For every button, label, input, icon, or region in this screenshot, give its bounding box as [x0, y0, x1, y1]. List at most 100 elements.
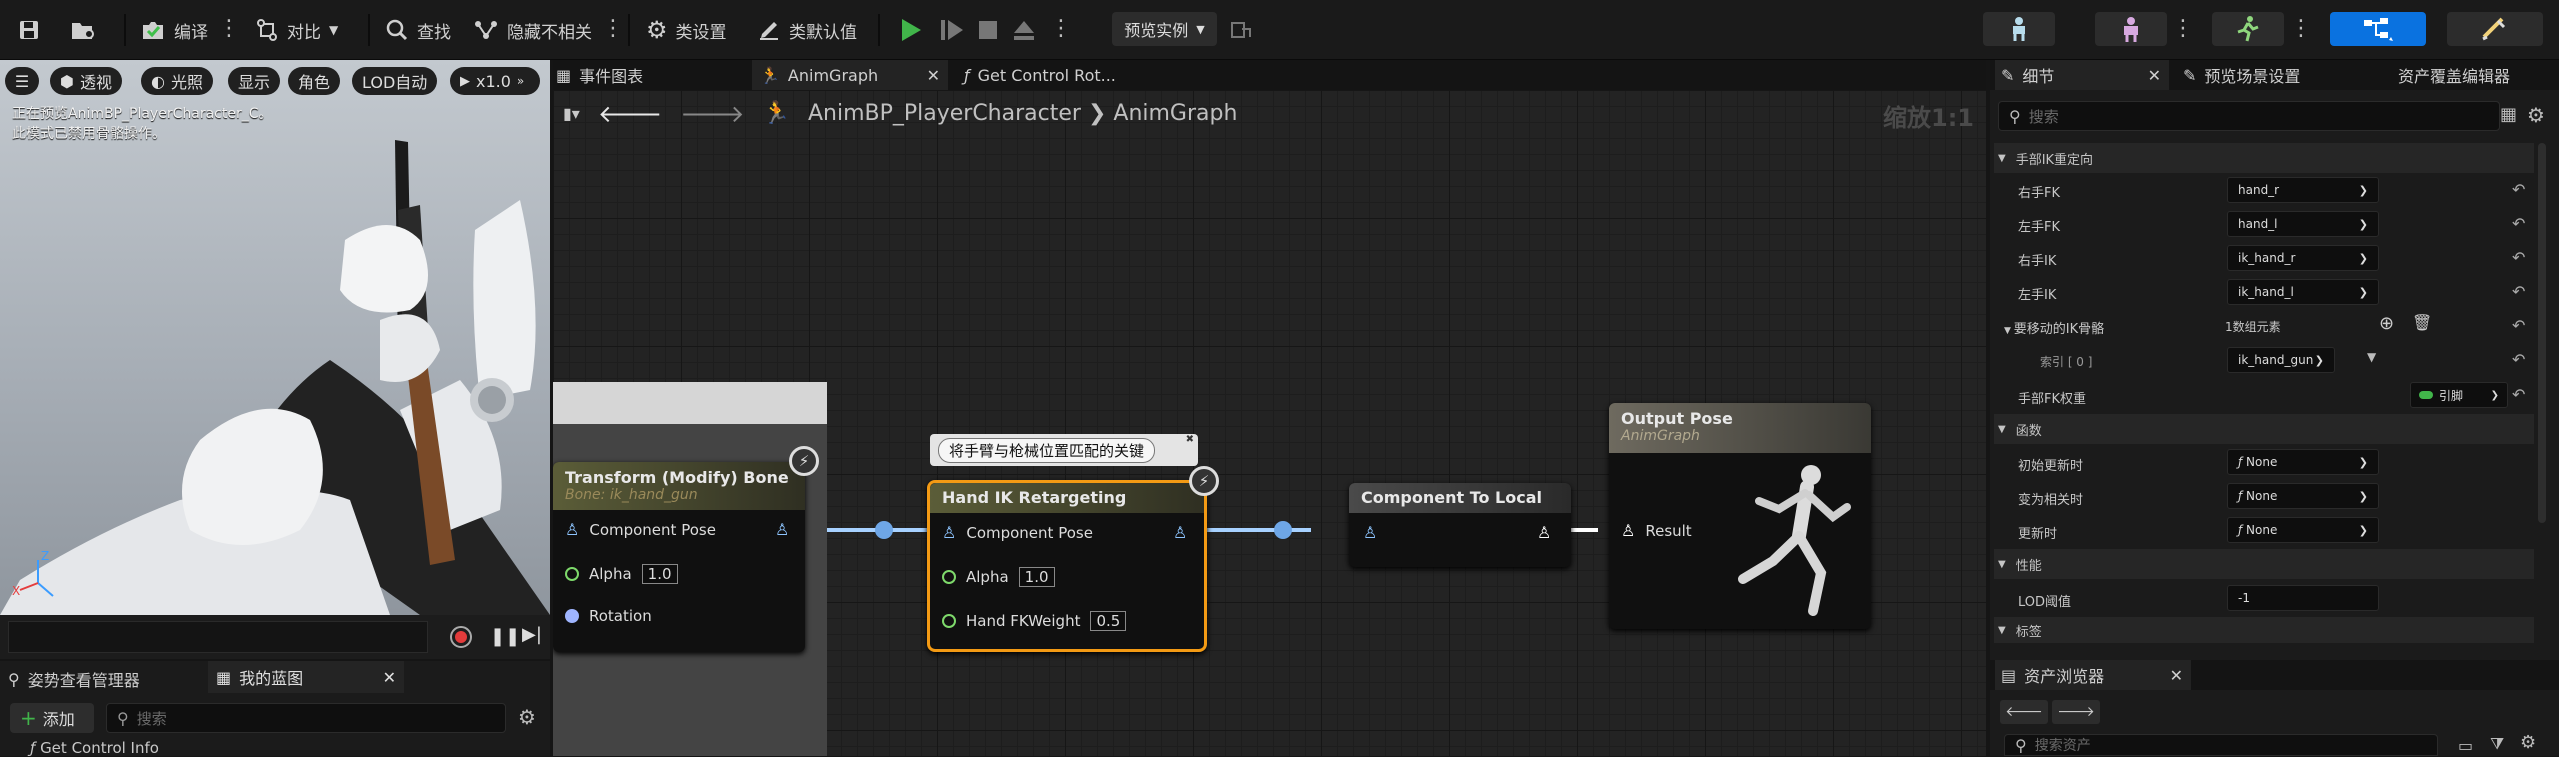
tab-details[interactable]: ✎ 细节 ✕	[1995, 60, 2169, 90]
node-comment-bubble[interactable]: 将手臂与枪械位置匹配的关键 ✖	[930, 434, 1198, 466]
tab-my-blueprint[interactable]: ▦ 我的蓝图 ✕	[208, 661, 404, 693]
category-functions[interactable]: ▼ 函数	[1994, 414, 2534, 444]
category-hand-ik[interactable]: ▼ 手部IK重定向	[1994, 143, 2534, 173]
left-ik-dropdown[interactable]: ik_hand_l ❯	[2227, 279, 2379, 305]
preview-instance-dropdown[interactable]: 预览实例 ▼	[1112, 12, 1217, 46]
alpha-value[interactable]: 1.0	[641, 564, 678, 584]
right-fk-dropdown[interactable]: hand_r ❯	[2227, 177, 2379, 203]
step-icon[interactable]: ▶|	[522, 624, 542, 645]
tab-preview-scene[interactable]: ✎ 预览场景设置	[2183, 60, 2300, 90]
pose-output-pin-icon[interactable]: ♙	[775, 520, 789, 539]
details-search-input[interactable]: ⚲ 搜索	[1998, 101, 2500, 131]
component-pose-input-pin[interactable]: ♙ Component Pose	[565, 520, 716, 539]
pause-icon[interactable]: ❚❚	[490, 626, 520, 647]
reset-arrow-icon[interactable]: ↶	[2512, 350, 2525, 369]
play-button[interactable]	[900, 14, 922, 46]
tab-get-control-rot[interactable]: ƒ Get Control Rot...	[964, 60, 1116, 90]
rotation-pin[interactable]: Rotation	[565, 607, 652, 625]
compile-options-icon[interactable]: ⋮	[218, 14, 240, 46]
browse-button[interactable]	[70, 14, 96, 46]
pose-output-pin-icon[interactable]: ♙	[1173, 523, 1187, 542]
close-icon[interactable]: ✕	[383, 668, 396, 687]
hide-options-icon[interactable]: ⋮	[602, 14, 624, 46]
reset-arrow-icon[interactable]: ↶	[2512, 214, 2525, 233]
table-view-icon[interactable]: ▦	[2500, 104, 2517, 125]
save-button[interactable]	[18, 14, 40, 46]
gear-icon[interactable]: ⚙	[518, 705, 536, 729]
blueprint-search-input[interactable]: ⚲ 搜索	[106, 703, 506, 733]
record-button[interactable]	[450, 626, 472, 648]
folder-icon[interactable]: ▭	[2458, 736, 2473, 755]
pin-comment-icon[interactable]: ✖	[1186, 434, 1194, 445]
hand-fk-weight-pin-dropdown[interactable]: 引脚 ❯	[2410, 382, 2508, 408]
hand-ik-retargeting-node[interactable]: Hand IK Retargeting ♙ Component Pose ♙ A…	[927, 480, 1207, 652]
reset-arrow-icon[interactable]: ↶	[2512, 180, 2525, 199]
pose-input-pin-icon[interactable]: ♙	[1363, 523, 1377, 542]
stop-button[interactable]	[978, 14, 998, 46]
asset-forward-button[interactable]: 🡒	[2052, 700, 2100, 724]
component-to-local-node[interactable]: Component To Local ♙ ♙	[1349, 483, 1571, 567]
timeline-scrubber[interactable]	[8, 621, 428, 653]
debug-object-button[interactable]	[1230, 14, 1252, 46]
class-defaults-button[interactable]: 类默认值	[757, 14, 857, 46]
filter-icon[interactable]: ⧩	[2490, 734, 2504, 754]
transform-modify-bone-node[interactable]: Transform (Modify) Bone Bone: ik_hand_gu…	[553, 462, 805, 652]
category-tags[interactable]: ▼ 标签	[1994, 617, 2534, 643]
mesh-options-icon[interactable]: ⋮	[2172, 14, 2194, 46]
become-relevant-dropdown[interactable]: ƒ None ❯	[2227, 483, 2379, 509]
animation-options-icon[interactable]: ⋮	[2290, 14, 2312, 46]
diff-button[interactable]: 对比 ▼	[255, 14, 338, 46]
tab-event-graph[interactable]: ▦ 事件图表	[556, 60, 643, 90]
alpha-pin[interactable]: Alpha 1.0	[942, 567, 1055, 587]
physics-mode-button[interactable]	[2447, 12, 2543, 46]
initial-update-dropdown[interactable]: ƒ None ❯	[2227, 449, 2379, 475]
left-fk-dropdown[interactable]: hand_l ❯	[2227, 211, 2379, 237]
preview-viewport[interactable]: ☰ ⬢ 透视 ◐ 光照 显示 角色 LOD自动 ▶ x1.0 » 正在预览Ani…	[0, 60, 550, 615]
hand-fk-weight-value[interactable]: 0.5	[1090, 611, 1127, 631]
close-icon[interactable]: ✕	[927, 66, 940, 85]
step-button[interactable]	[940, 14, 964, 46]
asset-back-button[interactable]: 🡐	[2000, 700, 2048, 724]
compile-button[interactable]: 编译	[140, 14, 208, 46]
mesh-mode-button[interactable]	[2095, 12, 2167, 46]
index0-dropdown[interactable]: ik_hand_gun ❯	[2227, 347, 2335, 373]
eject-button[interactable]	[1012, 14, 1036, 46]
tab-asset-override[interactable]: 资产覆盖编辑器	[2398, 60, 2510, 90]
gear-icon[interactable]: ⚙	[2520, 732, 2536, 753]
reset-arrow-icon[interactable]: ↶	[2512, 282, 2525, 301]
tab-pose-watch[interactable]: ⚲ 姿势查看管理器	[8, 667, 140, 691]
skeleton-mode-button[interactable]	[1983, 12, 2055, 46]
hide-unrelated-button[interactable]: 隐藏不相关	[473, 14, 592, 46]
close-icon[interactable]: ✕	[2170, 666, 2183, 685]
reset-arrow-icon[interactable]: ↶	[2512, 316, 2525, 335]
index0-options-chevron-icon[interactable]: ▼	[2367, 350, 2376, 364]
reset-arrow-icon[interactable]: ↶	[2512, 248, 2525, 267]
animation-mode-button[interactable]	[2212, 12, 2284, 46]
play-options-icon[interactable]: ⋮	[1050, 14, 1072, 46]
reset-arrow-icon[interactable]: ↶	[2512, 385, 2525, 404]
tab-anim-graph[interactable]: 🏃 AnimGraph ✕	[752, 60, 948, 90]
component-pose-input-pin[interactable]: ♙ Component Pose	[942, 523, 1093, 542]
right-ik-dropdown[interactable]: ik_hand_r ❯	[2227, 245, 2379, 271]
on-update-dropdown[interactable]: ƒ None ❯	[2227, 517, 2379, 543]
local-pose-output-pin-icon[interactable]: ♙	[1537, 523, 1551, 542]
asset-search-input[interactable]: ⚲ 搜索资产	[2004, 734, 2438, 756]
category-performance[interactable]: ▼ 性能	[1994, 549, 2534, 579]
alpha-value[interactable]: 1.0	[1018, 567, 1055, 587]
alpha-pin[interactable]: Alpha 1.0	[565, 564, 678, 584]
add-element-icon[interactable]: ⊕	[2379, 313, 2394, 334]
output-pose-node[interactable]: Output Pose AnimGraph ♙ Result	[1609, 403, 1871, 629]
hand-fk-weight-pin[interactable]: Hand FKWeight 0.5	[942, 611, 1127, 631]
tab-asset-browser[interactable]: ▤ 资产浏览器 ✕	[1995, 660, 2191, 690]
trash-icon[interactable]: 🗑	[2412, 313, 2432, 332]
close-icon[interactable]: ✕	[2148, 66, 2161, 85]
details-scrollbar[interactable]	[2538, 143, 2546, 523]
find-button[interactable]: 查找	[385, 14, 451, 46]
result-pin[interactable]: ♙ Result	[1621, 521, 1692, 540]
add-button[interactable]: + 添加	[10, 703, 94, 733]
gear-icon[interactable]: ⚙	[2527, 103, 2545, 127]
blueprint-mode-button[interactable]	[2330, 12, 2426, 46]
lod-threshold-input[interactable]: -1	[2227, 585, 2379, 611]
class-settings-button[interactable]: ⚙ 类设置	[646, 14, 727, 46]
blueprint-list-item[interactable]: ƒ Get Control Info	[30, 739, 159, 757]
